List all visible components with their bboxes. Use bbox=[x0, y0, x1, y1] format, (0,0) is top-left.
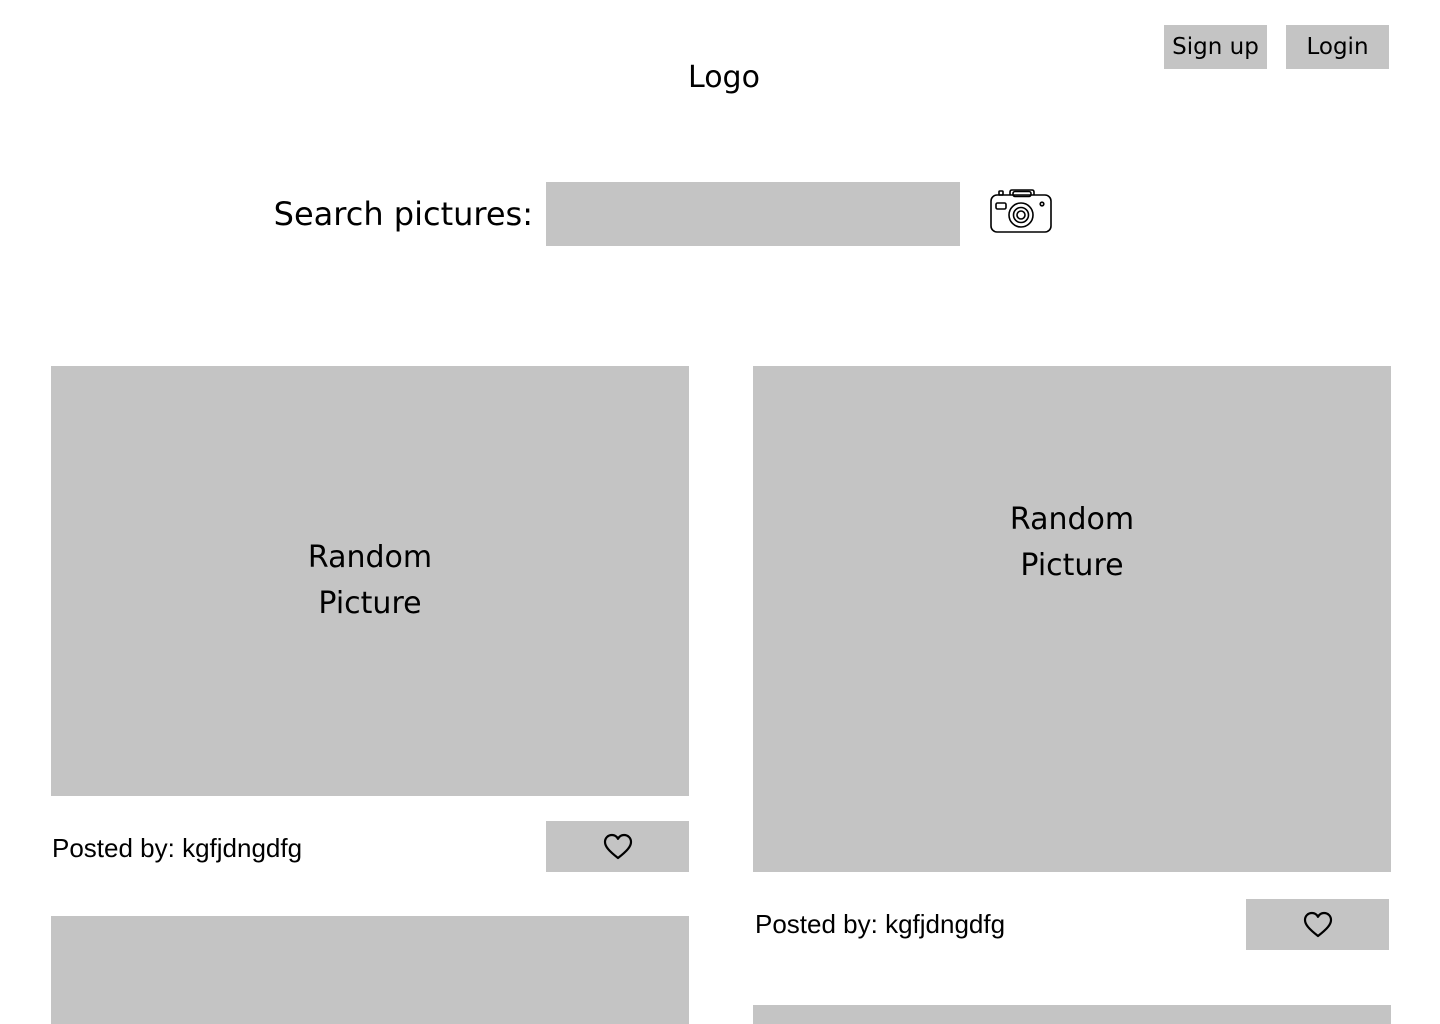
heart-icon bbox=[1303, 911, 1332, 937]
post-picture[interactable] bbox=[753, 1005, 1391, 1024]
camera-search-button[interactable] bbox=[988, 185, 1054, 237]
posted-by-text: Posted by: kgfjdngdfg bbox=[755, 909, 1006, 939]
search-input[interactable] bbox=[546, 182, 960, 246]
post-picture[interactable]: Random Picture bbox=[51, 366, 689, 796]
search-label: Search pictures: bbox=[273, 195, 533, 233]
posted-by-text: Posted by: kgfjdngdfg bbox=[52, 833, 303, 863]
like-button[interactable] bbox=[1246, 899, 1389, 950]
logo[interactable]: Logo bbox=[624, 58, 824, 98]
signup-button[interactable]: Sign up bbox=[1164, 25, 1267, 69]
picture-label-line2: Picture bbox=[318, 586, 422, 621]
picture-placeholder-label: Random Picture bbox=[300, 535, 440, 627]
post-picture[interactable]: Random Picture bbox=[753, 366, 1391, 872]
camera-icon bbox=[990, 189, 1052, 233]
like-button[interactable] bbox=[546, 821, 689, 872]
picture-label-line1: Random bbox=[307, 540, 433, 575]
picture-placeholder-label: Random Picture bbox=[1002, 497, 1142, 589]
login-button[interactable]: Login bbox=[1286, 25, 1389, 69]
picture-label-line2: Picture bbox=[1020, 548, 1124, 583]
picture-label-line1: Random bbox=[1009, 502, 1135, 537]
heart-icon bbox=[603, 833, 632, 859]
post-picture[interactable] bbox=[51, 916, 689, 1024]
